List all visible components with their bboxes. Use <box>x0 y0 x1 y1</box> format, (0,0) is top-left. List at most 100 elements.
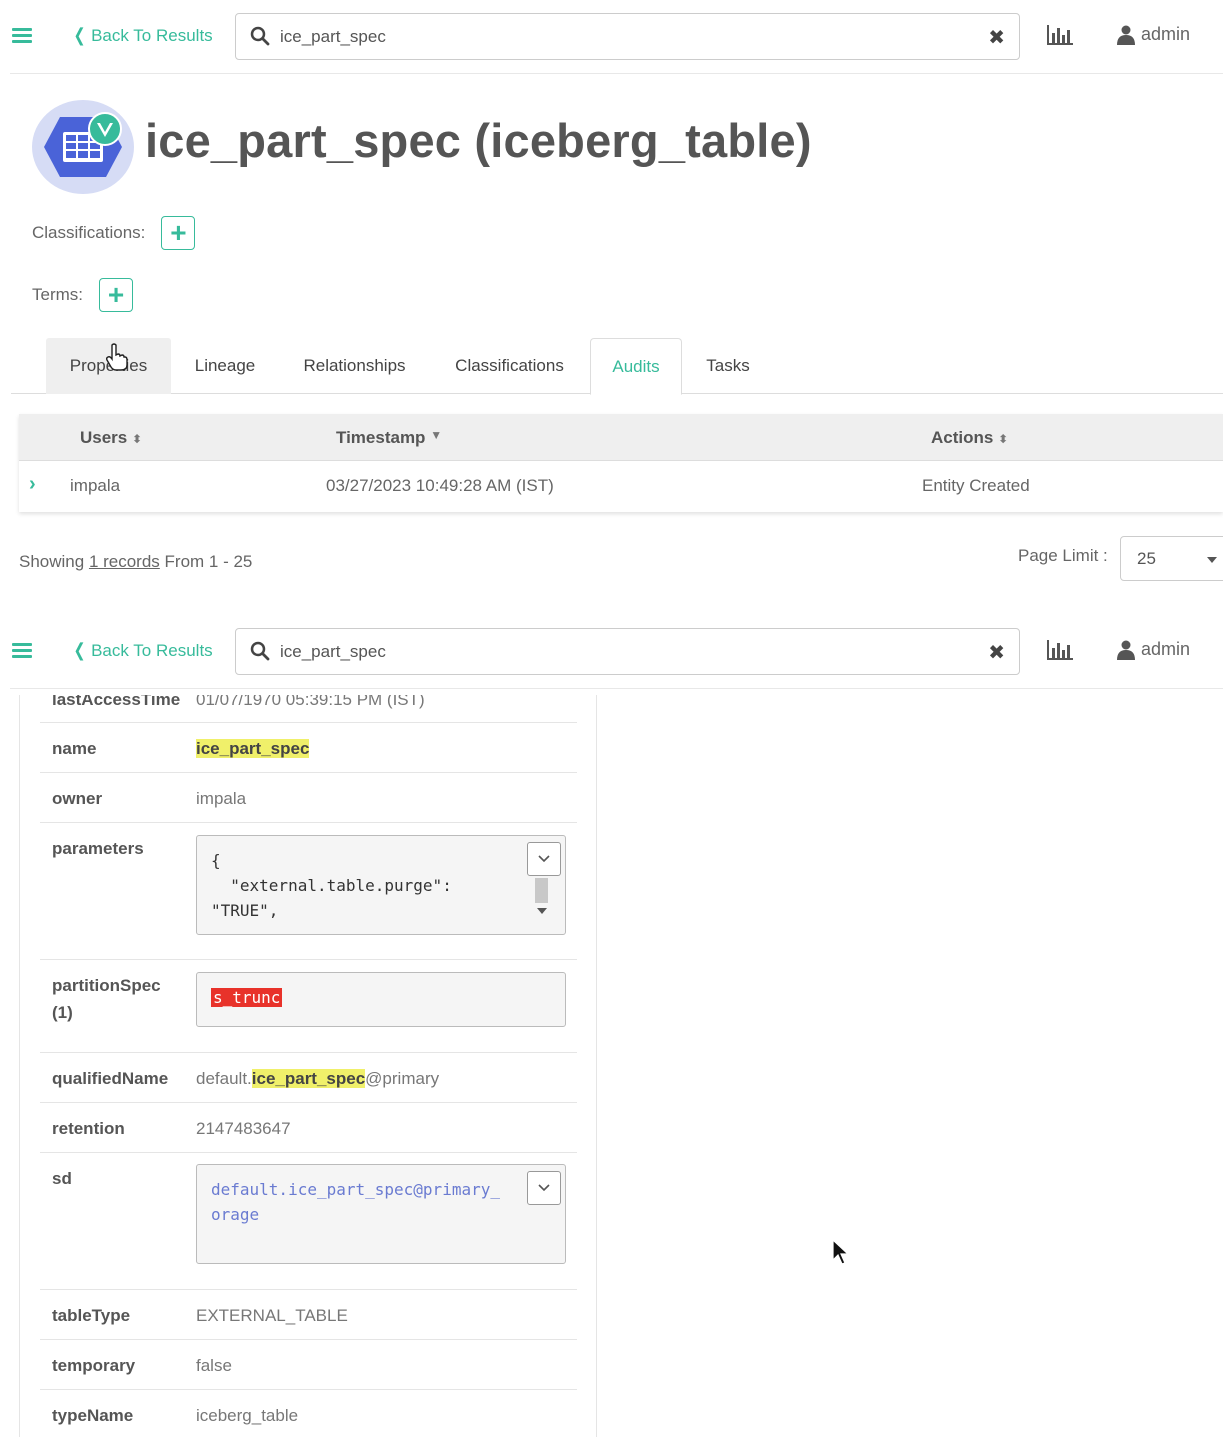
search-input[interactable] <box>280 639 960 665</box>
property-key: tableType <box>52 1306 131 1325</box>
property-row-parameters: parameters { "external.table.purge": "TR… <box>40 823 577 960</box>
tab-audits[interactable]: Audits <box>590 338 682 395</box>
top-navbar: ❮ Back To Results ✖ admin <box>0 0 1223 74</box>
user-menu[interactable]: admin <box>1117 24 1190 45</box>
add-classification-button[interactable]: + <box>161 216 196 250</box>
property-key: parameters <box>52 839 144 858</box>
property-value: impala <box>196 789 247 808</box>
property-row-sd: sd default.ice_part_spec@primary_ orage <box>40 1153 577 1290</box>
table-row[interactable]: › impala 03/27/2023 10:49:28 AM (IST) En… <box>19 461 1223 511</box>
tab-lineage[interactable]: Lineage <box>181 338 269 394</box>
terms-label: Terms: <box>32 285 83 304</box>
user-name: admin <box>1141 639 1191 659</box>
column-header-timestamp[interactable]: Timestamp ▼ <box>336 428 442 448</box>
expand-toggle-button[interactable] <box>527 1171 561 1205</box>
property-row-qualifiedname: qualifiedName default.ice_part_spec@prim… <box>40 1053 577 1103</box>
iceberg-table-icon <box>32 100 134 194</box>
property-value: ice_part_spec <box>196 739 310 758</box>
property-key: sd <box>52 1169 72 1188</box>
navbar-divider <box>10 688 1223 689</box>
user-icon <box>1117 640 1135 660</box>
back-to-results-label: Back To Results <box>91 25 213 45</box>
statistics-icon[interactable] <box>1046 24 1074 46</box>
property-row-name: name ice_part_spec <box>40 723 577 773</box>
column-header-users[interactable]: Users ⬍ <box>80 428 142 448</box>
user-name: admin <box>1141 24 1191 44</box>
chevron-left-icon: ❮ <box>73 25 86 45</box>
tab-relationships[interactable]: Relationships <box>289 338 420 394</box>
audit-timestamp: 03/27/2023 10:49:28 AM (IST) <box>326 476 554 495</box>
entity-tabs: Properties Lineage Relationships Classif… <box>11 338 1223 395</box>
user-icon <box>1117 25 1135 45</box>
property-row-tabletype: tableType EXTERNAL_TABLE <box>40 1290 577 1340</box>
clear-search-icon[interactable]: ✖ <box>988 640 1005 665</box>
top-navbar: ❮ Back To Results ✖ admin <box>0 615 1223 689</box>
hamburger-menu-icon[interactable] <box>12 643 32 659</box>
caret-down-icon <box>1207 557 1217 563</box>
sort-icon: ⬍ <box>132 432 143 446</box>
page-limit-select[interactable]: 25 <box>1120 536 1223 581</box>
sd-reference-link[interactable]: default.ice_part_spec@primary_ <box>211 1177 551 1202</box>
audits-table: Users ⬍ Timestamp ▼ Actions ⬍ › impala 0… <box>19 414 1223 512</box>
records-summary: Showing 1 records From 1 - 25 <box>19 552 253 571</box>
clear-search-icon[interactable]: ✖ <box>988 25 1005 50</box>
classifications-row: Classifications: + <box>32 216 196 250</box>
chevron-right-icon[interactable]: › <box>29 473 36 496</box>
back-to-results-link[interactable]: ❮ Back To Results <box>72 640 213 661</box>
chevron-down-icon <box>538 855 550 863</box>
search-input[interactable] <box>280 24 960 50</box>
back-to-results-label: Back To Results <box>91 640 213 660</box>
property-key: owner <box>52 789 103 808</box>
add-term-button[interactable]: + <box>99 278 133 312</box>
property-value: EXTERNAL_TABLE <box>196 1306 348 1325</box>
audit-action: Entity Created <box>922 476 1030 495</box>
expand-toggle-button[interactable] <box>527 842 561 876</box>
sort-icon: ⬍ <box>998 432 1009 446</box>
records-count-link[interactable]: 1 records <box>89 552 160 571</box>
partition-spec-value: s_trunc <box>211 988 283 1007</box>
back-to-results-link[interactable]: ❮ Back To Results <box>72 25 213 46</box>
chevron-down-icon <box>538 1184 550 1192</box>
property-key: partitionSpec (1) <box>52 976 161 1022</box>
property-key: temporary <box>52 1356 136 1375</box>
global-search-box[interactable]: ✖ <box>235 13 1020 60</box>
hamburger-menu-icon[interactable] <box>12 28 32 44</box>
page-limit-value: 25 <box>1137 549 1156 568</box>
scroll-down-arrow-icon[interactable] <box>537 908 547 914</box>
column-header-actions[interactable]: Actions ⬍ <box>931 428 1008 448</box>
hand-cursor-icon <box>106 343 128 371</box>
property-value: iceberg_table <box>196 1406 299 1425</box>
property-value: 2147483647 <box>196 1119 291 1138</box>
property-key: name <box>52 739 97 758</box>
terms-row: Terms: + <box>32 278 133 312</box>
property-key: retention <box>52 1119 125 1138</box>
property-row-owner: owner impala <box>40 773 577 823</box>
global-search-box[interactable]: ✖ <box>235 628 1020 675</box>
property-value: 01/07/1970 05:39:15 PM (IST) <box>196 695 425 709</box>
sort-desc-icon: ▼ <box>430 428 443 442</box>
parameters-json-viewer[interactable]: { "external.table.purge": "TRUE", <box>196 835 566 935</box>
tab-tasks[interactable]: Tasks <box>695 338 761 394</box>
audits-table-header: Users ⬍ Timestamp ▼ Actions ⬍ <box>19 414 1223 461</box>
audit-user: impala <box>70 476 121 495</box>
property-row-typename: typeName iceberg_table <box>40 1390 577 1437</box>
navbar-divider <box>10 73 1223 74</box>
classifications-label: Classifications: <box>32 223 146 242</box>
search-icon <box>250 641 270 661</box>
tab-classifications[interactable]: Classifications <box>441 338 578 394</box>
partitionspec-viewer[interactable]: s_trunc <box>196 972 566 1027</box>
property-value: default.ice_part_spec@primary <box>196 1069 440 1088</box>
entity-title: ice_part_spec (iceberg_table) <box>145 114 812 167</box>
page-limit-label: Page Limit : <box>1018 546 1108 565</box>
scrollbar-thumb[interactable] <box>535 878 548 903</box>
search-icon <box>250 26 270 46</box>
property-row-temporary: temporary false <box>40 1340 577 1390</box>
property-key: lastAccessTime <box>52 695 181 709</box>
property-row-partitionspec: partitionSpec (1) s_trunc <box>40 960 577 1053</box>
property-key: typeName <box>52 1406 134 1425</box>
statistics-icon[interactable] <box>1046 639 1074 661</box>
property-row-retention: retention 2147483647 <box>40 1103 577 1153</box>
property-key: qualifiedName <box>52 1069 169 1088</box>
sd-reference-viewer[interactable]: default.ice_part_spec@primary_ orage <box>196 1164 566 1264</box>
user-menu[interactable]: admin <box>1117 639 1190 660</box>
